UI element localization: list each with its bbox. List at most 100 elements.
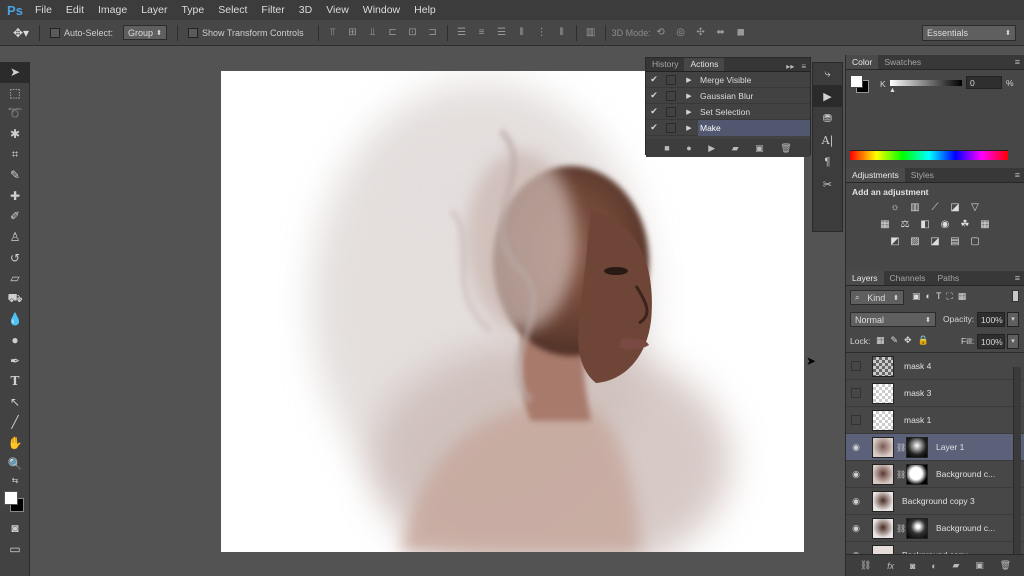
zoom-tool-icon[interactable]: 🔍 [0, 453, 30, 474]
channel-mixer-icon[interactable]: ☘ [958, 217, 972, 231]
dialog-toggle[interactable] [666, 90, 676, 101]
fill-input[interactable]: 100% [977, 334, 1005, 349]
move-tool-icon[interactable]: ➤ [0, 62, 30, 83]
table-row[interactable]: mask 4 [846, 353, 1024, 380]
panel-menu-icon[interactable]: ≡ [1015, 273, 1020, 283]
paint-bucket-tool-icon[interactable]: ⛟ [0, 289, 30, 310]
curves-icon[interactable]: ⟋ [928, 200, 942, 214]
marquee-tool-icon[interactable]: ⬚ [0, 83, 30, 104]
eyedropper-tool-icon[interactable]: ✎ [0, 165, 30, 186]
black-white-icon[interactable]: ◧ [918, 217, 932, 231]
menu-window[interactable]: Window [356, 4, 407, 16]
history-brush-tool-icon[interactable]: ↺ [0, 247, 30, 268]
3d-scale-icon[interactable]: ◼ [734, 27, 748, 39]
invert-icon[interactable]: ◩ [888, 234, 902, 248]
filter-toggle[interactable] [1012, 290, 1019, 302]
posterize-icon[interactable]: ▨ [908, 234, 922, 248]
align-left-icon[interactable]: ⊏ [386, 27, 400, 39]
menu-edit[interactable]: Edit [59, 4, 91, 16]
vibrance-icon[interactable]: ▽ [968, 200, 982, 214]
fg-color-chip[interactable] [850, 75, 863, 88]
3d-orbit-icon[interactable]: ⟲ [654, 27, 668, 39]
link-icon[interactable]: ⛓ [896, 470, 906, 479]
color-spectrum-bar[interactable] [850, 150, 1008, 160]
tab-actions[interactable]: Actions [684, 58, 725, 71]
align-top-icon[interactable]: ⫪ [326, 27, 340, 39]
table-row[interactable]: ◉ ⛓ Background c... [846, 461, 1024, 488]
swap-colors-icon[interactable]: ⇆ [0, 474, 30, 488]
actions-panel-icon[interactable]: ▶ [813, 85, 842, 107]
auto-select-dropdown[interactable]: Group ⬍ [123, 25, 168, 40]
quick-select-tool-icon[interactable]: ✱ [0, 124, 30, 145]
new-layer-icon[interactable]: ▣ [975, 560, 984, 571]
selective-color-icon[interactable]: ▢ [968, 234, 982, 248]
group-folder-icon[interactable]: ▰ [953, 560, 960, 571]
record-icon[interactable]: ● [686, 143, 691, 153]
check-icon[interactable]: ✔ [646, 106, 662, 117]
color-swatches[interactable] [0, 488, 30, 518]
menu-view[interactable]: View [319, 4, 356, 16]
visibility-toggle[interactable] [851, 388, 861, 398]
dialog-toggle[interactable] [666, 106, 676, 117]
brushes-panel-icon[interactable]: ✂ [813, 173, 842, 195]
blend-mode-dropdown[interactable]: Normal ⬍ [850, 312, 936, 327]
filter-kind-dropdown[interactable]: ⌕ Kind ⬍ [850, 290, 904, 305]
link-layers-icon[interactable]: ⛓ [860, 560, 871, 571]
table-row[interactable]: mask 1 [846, 407, 1024, 434]
expand-triangle-icon[interactable]: ▶ [680, 124, 698, 132]
menu-layer[interactable]: Layer [134, 4, 174, 16]
slider-thumb-icon[interactable]: ▲ [889, 87, 896, 94]
align-bottom-icon[interactable]: ⫫ [366, 27, 380, 39]
tab-history[interactable]: History [646, 58, 684, 71]
table-row[interactable]: mask 3 [846, 380, 1024, 407]
distribute-vcenter-icon[interactable]: ≡ [475, 27, 489, 39]
add-mask-icon[interactable]: ◙ [910, 561, 915, 571]
list-item[interactable]: ✔ ▶ Make [646, 119, 810, 136]
lock-icons[interactable]: ▦✎✥🔒 [876, 335, 935, 346]
link-icon[interactable]: ⛓ [896, 524, 906, 533]
panel-menu-icon[interactable]: ≡ [1015, 170, 1020, 180]
panel-menu-icon[interactable]: ≡ [1015, 57, 1020, 67]
path-select-tool-icon[interactable]: ↖ [0, 392, 30, 413]
menu-filter[interactable]: Filter [254, 4, 291, 16]
photo-filter-icon[interactable]: ◉ [938, 217, 952, 231]
eye-icon[interactable]: ◉ [846, 496, 866, 507]
opacity-dropdown-icon[interactable]: ▾ [1007, 312, 1019, 327]
adjustment-layer-icon[interactable]: ◐ [931, 561, 936, 571]
list-item[interactable]: ✔ ▶ Gaussian Blur [646, 88, 810, 104]
layer-mask-thumbnail[interactable] [906, 463, 928, 485]
check-icon[interactable]: ✔ [646, 90, 662, 101]
k-slider-track[interactable] [890, 80, 962, 86]
trash-icon[interactable]: 🗑 [780, 143, 791, 154]
align-hcenter-icon[interactable]: ⊡ [406, 27, 420, 39]
quick-mask-icon[interactable]: ◙ [0, 518, 30, 539]
exposure-icon[interactable]: ◪ [948, 200, 962, 214]
distribute-top-icon[interactable]: ☰ [455, 27, 469, 39]
dialog-toggle[interactable] [666, 74, 676, 85]
stop-icon[interactable]: ■ [664, 143, 669, 153]
threshold-icon[interactable]: ◪ [928, 234, 942, 248]
visibility-toggle[interactable] [851, 415, 861, 425]
menu-file[interactable]: File [28, 4, 59, 16]
play-icon[interactable]: ▶ [708, 143, 715, 154]
healing-brush-tool-icon[interactable]: ✚ [0, 186, 30, 207]
pen-tool-icon[interactable]: ✒ [0, 350, 30, 371]
menu-help[interactable]: Help [407, 4, 443, 16]
table-row[interactable]: ◉ ⛓ Background c... [846, 515, 1024, 542]
check-icon[interactable]: ✔ [646, 122, 662, 133]
eraser-tool-icon[interactable]: ▱ [0, 268, 30, 289]
levels-icon[interactable]: ▥ [908, 200, 922, 214]
auto-align-icon[interactable]: ▥ [584, 27, 598, 39]
delete-layer-icon[interactable]: 🗑 [1000, 560, 1011, 571]
list-item[interactable]: ✔ ▶ Merge Visible [646, 72, 810, 88]
distribute-bottom-icon[interactable]: ☰ [495, 27, 509, 39]
tab-color[interactable]: Color [846, 55, 879, 69]
folder-icon[interactable]: ▰ [732, 143, 739, 154]
distribute-right-icon[interactable]: ⦀ [555, 27, 569, 39]
clone-stamp-tool-icon[interactable]: ♙ [0, 227, 30, 248]
tab-paths[interactable]: Paths [931, 271, 965, 285]
list-item[interactable]: ✔ ▶ Set Selection [646, 104, 810, 120]
fx-icon[interactable]: fx [887, 561, 894, 571]
3d-roll-icon[interactable]: ◎ [674, 27, 688, 39]
hand-tool-icon[interactable]: ✋ [0, 433, 30, 454]
